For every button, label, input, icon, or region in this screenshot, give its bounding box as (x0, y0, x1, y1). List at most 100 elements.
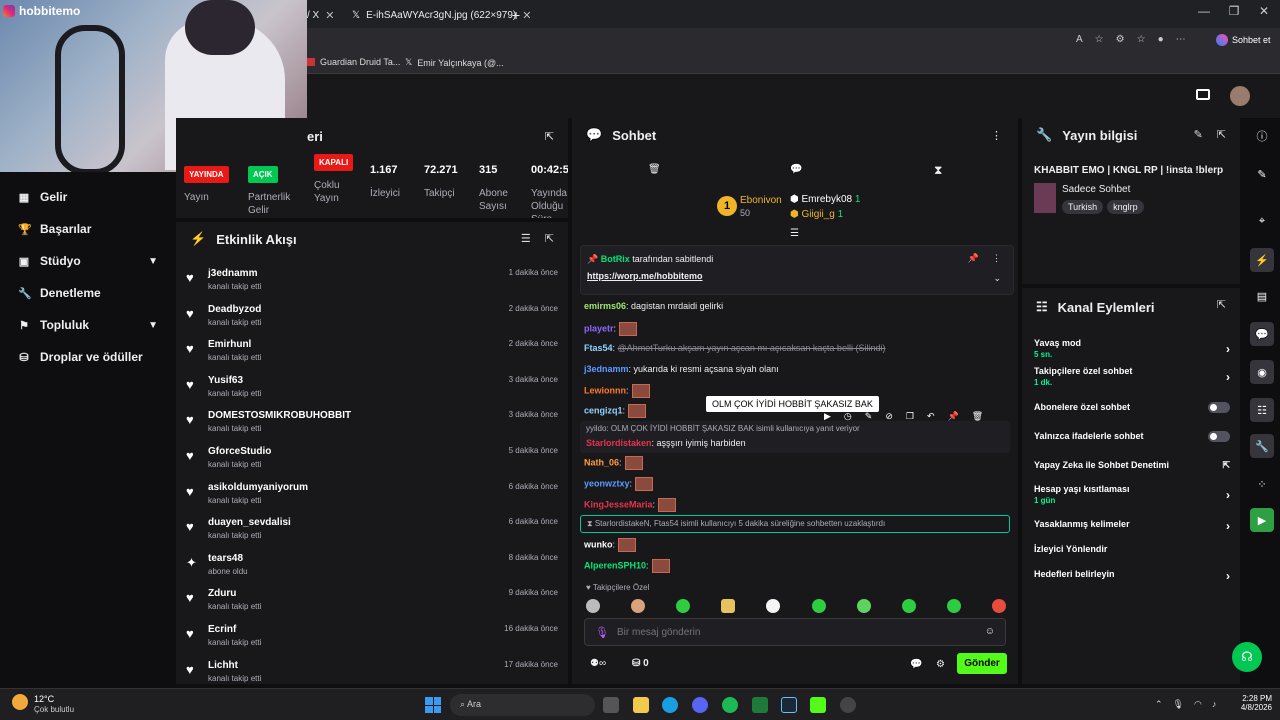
chevron-right-icon[interactable]: › (1226, 370, 1230, 384)
channel-action-row[interactable]: İzleyici Yönlendir (1034, 544, 1230, 554)
chevron-right-icon[interactable]: › (1226, 488, 1230, 502)
channel-action-row[interactable]: Yasaklanmış kelimeler › (1034, 519, 1230, 533)
emote-icon[interactable] (856, 599, 871, 613)
chat-message[interactable]: Ftas54: @AhmetTurku akşam yayın açcan mı… (584, 343, 885, 353)
chat-message[interactable]: cengizq1: (584, 404, 647, 418)
emote-icon[interactable] (676, 599, 691, 613)
maximize-icon[interactable]: ❐ (1224, 4, 1244, 18)
document-icon[interactable]: ▤ (1250, 284, 1274, 308)
edge-icon[interactable] (662, 697, 678, 713)
activity-user[interactable]: Emirhunl (208, 339, 251, 350)
channel-points-icon[interactable]: ⚉∞ (590, 658, 606, 669)
weather-icon[interactable] (12, 694, 28, 710)
channel-action-row[interactable]: Yapay Zeka ile Sohbet Denetimi ⇱ (1034, 460, 1230, 470)
obs-icon[interactable] (840, 697, 856, 713)
volume-icon[interactable]: ♪ (1212, 699, 1217, 710)
chat-username[interactable]: Ftas54 (584, 343, 613, 353)
target-icon[interactable]: ⌖ (1250, 209, 1274, 233)
emote-icon[interactable] (586, 599, 600, 613)
taskbar-search[interactable]: ⌕ Ara (450, 694, 595, 716)
chevron-right-icon[interactable]: › (1226, 519, 1230, 533)
new-tab-button[interactable]: + (512, 4, 520, 26)
chat-username[interactable]: j3ednamm (584, 364, 629, 374)
chat-message[interactable]: emirms06: dagistan mrdaidi gelirki (584, 301, 723, 311)
chat-message[interactable]: wunko: (584, 538, 637, 552)
favorites-bar-icon[interactable]: ☆ (1137, 34, 1146, 45)
chat-bubble-icon[interactable]: 💬 (1250, 322, 1274, 346)
emote-icon[interactable] (721, 599, 736, 613)
discord-icon[interactable] (692, 697, 708, 713)
edit-icon[interactable]: ✎ (1194, 128, 1203, 141)
more-vertical-icon[interactable]: ⋮ (991, 129, 1002, 142)
pin-icon[interactable]: 📌 (968, 253, 979, 264)
profile-icon[interactable]: ● (1158, 34, 1164, 45)
chat-bubble-icon[interactable]: 💬 (910, 659, 922, 670)
minimize-icon[interactable]: — (1194, 4, 1214, 18)
chat-username[interactable]: AlperenSPH10 (584, 560, 646, 570)
copy-icon[interactable]: ❐ (906, 411, 914, 422)
bookmark-item[interactable]: Guardian Druid Ta... (307, 57, 400, 67)
close-icon[interactable]: ✕ (522, 9, 531, 22)
chat-username[interactable]: Lewionnn (584, 385, 626, 395)
clock[interactable]: 2:28 PM 4/8/2026 (1236, 694, 1272, 712)
wrench-icon[interactable]: 🔧 (1250, 434, 1274, 458)
chat-message[interactable]: j3ednamm: yukarıda ki resmi açsana siyah… (584, 364, 779, 374)
trash-icon[interactable]: 🗑 (972, 411, 983, 422)
close-window-icon[interactable]: ✕ (1254, 4, 1274, 18)
emote-icon[interactable] (766, 599, 781, 613)
steam-icon[interactable] (781, 697, 797, 713)
popout-icon[interactable]: ⇱ (545, 130, 554, 143)
more-vertical-icon[interactable]: ⋮ (992, 253, 1001, 264)
channel-action-row[interactable]: Hedefleri belirleyin › (1034, 569, 1230, 583)
list-toggle-icon[interactable]: ☰ (790, 228, 799, 239)
channel-action-row[interactable]: Yavaş mod 5 sn. › (1034, 338, 1230, 359)
broadcast-icon[interactable]: ◉ (1250, 360, 1274, 384)
close-icon[interactable]: ✕ (325, 9, 334, 22)
kick-icon[interactable] (810, 697, 826, 713)
channel-action-row[interactable]: Takipçilere özel sohbet 1 dk. › (1034, 366, 1230, 387)
sidebar-item-topluluk[interactable]: ⚑ Topluluk ▼ (18, 318, 158, 332)
activity-user[interactable]: Ecrinf (208, 624, 236, 635)
send-button[interactable]: Gönder (957, 653, 1007, 674)
chat-username[interactable]: wunko (584, 539, 613, 549)
chevron-down-icon[interactable]: ⌄ (993, 273, 1001, 284)
chat-message[interactable]: Nath_06: (584, 456, 643, 470)
activity-user[interactable]: Lichht (208, 660, 238, 671)
chat-message[interactable]: yeonwztxy: (584, 477, 654, 491)
toggle-switch[interactable] (1208, 402, 1230, 413)
bookmark-item[interactable]: 𝕏 Emir Yalçınkaya (@... (405, 57, 504, 68)
activity-user[interactable]: duayen_sevdalisi (208, 517, 291, 528)
ban-icon[interactable]: ⊘ (885, 411, 893, 422)
activity-user[interactable]: tears48 (208, 553, 243, 564)
filter-icon[interactable]: ☰ (521, 232, 531, 245)
chevron-up-icon[interactable]: ⌃ (1155, 699, 1163, 710)
activity-user[interactable]: DOMESTOSMIKROBUHOBBIT (208, 410, 351, 421)
sidebar-item-basarilar[interactable]: 🏆 Başarılar (18, 222, 158, 236)
sidebar-item-gelir[interactable]: ▦ Gelir (18, 190, 158, 204)
activity-user[interactable]: Yusif63 (208, 375, 243, 386)
server-icon[interactable]: ☷ (1250, 398, 1274, 422)
gear-icon[interactable]: ⚙ (936, 659, 945, 670)
activity-user[interactable]: Zduru (208, 588, 236, 599)
spotify-icon[interactable] (722, 697, 738, 713)
chat-message-input[interactable] (617, 624, 967, 641)
chevron-right-icon[interactable]: › (1226, 569, 1230, 583)
activity-user[interactable]: GforceStudio (208, 446, 271, 457)
chat-username[interactable]: playetr (584, 323, 614, 333)
windows-start-icon[interactable] (425, 697, 441, 713)
chevron-right-icon[interactable]: › (1226, 342, 1230, 356)
channel-action-row[interactable]: Hesap yaşı kısıtlaması 1 gün › (1034, 484, 1230, 505)
trash-icon[interactable]: 🗑 (648, 164, 661, 175)
undo-icon[interactable]: ↶ (927, 411, 935, 422)
activity-user[interactable]: Deadbyzod (208, 304, 261, 315)
hourglass-icon[interactable]: ⧗ (934, 163, 942, 178)
chat-bubble-icon[interactable]: 💬 (790, 164, 802, 175)
popout-icon[interactable]: ⇱ (1217, 298, 1226, 311)
share-icon[interactable]: ⁘ (1250, 472, 1274, 496)
channel-action-row[interactable]: Abonelere özel sohbet (1034, 402, 1230, 413)
more-icon[interactable]: ⋯ (1176, 34, 1186, 45)
extensions-icon[interactable]: ⚙ (1116, 34, 1125, 45)
emote-icon[interactable] (811, 599, 826, 613)
chat-message[interactable]: Lewionnn: (584, 384, 650, 398)
microphone-icon[interactable]: 🎙 (1173, 699, 1184, 710)
